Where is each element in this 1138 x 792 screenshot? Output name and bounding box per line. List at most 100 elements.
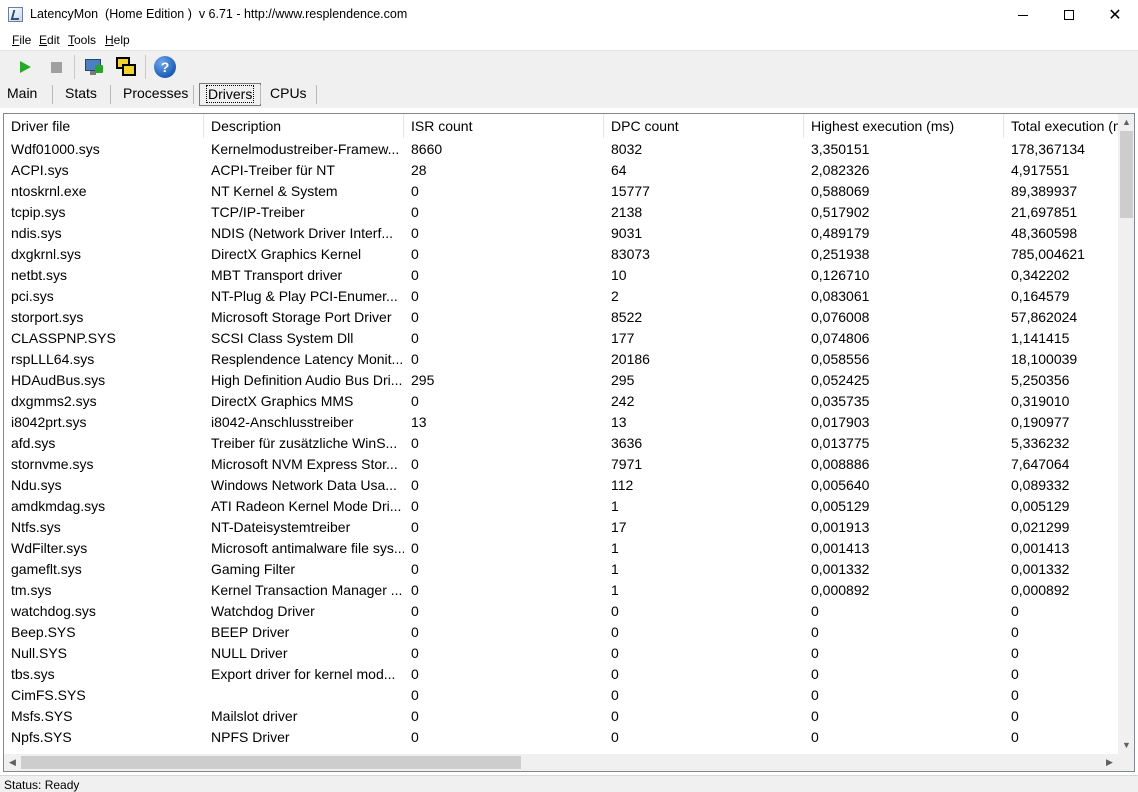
cell-driver-file: watchdog.sys xyxy=(11,603,96,619)
column-header-driver-file[interactable]: Driver file xyxy=(4,114,204,138)
cell-total-execution: 0,001332 xyxy=(1011,561,1070,577)
cell-total-execution: 0,164579 xyxy=(1011,288,1070,304)
cell-driver-file: ntoskrnl.exe xyxy=(11,183,87,199)
table-row[interactable]: ndis.sys NDIS (Network Driver Interf... 0 9… xyxy=(4,223,1118,244)
table-row[interactable]: pci.sys NT-Plug & Play PCI-Enumer... 0 2 0,0… xyxy=(4,286,1118,307)
menu-tools[interactable]: Tools xyxy=(68,33,96,47)
table-row[interactable]: tbs.sys Export driver for kernel mod... 0 0… xyxy=(4,664,1118,685)
cell-total-execution: 0 xyxy=(1011,687,1019,703)
table-row[interactable]: CLASSPNP.SYS SCSI Class System Dll 0 177 0,0… xyxy=(4,328,1118,349)
cell-dpc-count: 7971 xyxy=(611,456,643,472)
table-row[interactable]: watchdog.sys Watchdog Driver 0 0 0 0 xyxy=(4,601,1118,622)
table-row[interactable]: CimFS.SYS 0 0 0 0 xyxy=(4,685,1118,706)
vertical-scroll-thumb[interactable] xyxy=(1120,131,1133,218)
cell-dpc-count: 15777 xyxy=(611,183,650,199)
cell-driver-file: CLASSPNP.SYS xyxy=(11,330,116,346)
cell-total-execution: 5,336232 xyxy=(1011,435,1070,451)
scroll-down-arrow[interactable]: ▼ xyxy=(1118,737,1134,754)
close-button[interactable]: ✕ xyxy=(1092,0,1138,30)
cell-dpc-count: 64 xyxy=(611,162,627,178)
table-row[interactable]: stornvme.sys Microsoft NVM Express Stor..… xyxy=(4,454,1118,475)
table-row[interactable]: storport.sys Microsoft Storage Port Drive… xyxy=(4,307,1118,328)
cell-description xyxy=(204,685,404,706)
report-button[interactable] xyxy=(81,54,107,80)
cell-isr-count: 0 xyxy=(411,624,419,640)
table-row[interactable]: i8042prt.sys i8042-Anschlusstreiber 13 13 0,… xyxy=(4,412,1118,433)
tab-processes[interactable]: Processes xyxy=(117,82,194,106)
table-row[interactable]: Ndu.sys Windows Network Data Usa... 0 112 0,… xyxy=(4,475,1118,496)
help-button[interactable]: ? xyxy=(152,54,178,80)
table-row[interactable]: dxgmms2.sys DirectX Graphics MMS 0 242 0,035… xyxy=(4,391,1118,412)
table-row[interactable]: ntoskrnl.exe NT Kernel & System 0 15777 0,58… xyxy=(4,181,1118,202)
cell-isr-count: 0 xyxy=(411,708,419,724)
cell-isr-count: 0 xyxy=(411,687,419,703)
tab-drivers[interactable]: Drivers xyxy=(199,83,262,106)
column-header-highest-execution[interactable]: Highest execution (ms) xyxy=(804,114,1004,138)
status-bar: Status: Ready xyxy=(0,775,1138,792)
column-header-dpc-count[interactable]: DPC count xyxy=(604,114,804,138)
table-row[interactable]: amdkmdag.sys ATI Radeon Kernel Mode Dri..… xyxy=(4,496,1118,517)
cell-total-execution: 785,004621 xyxy=(1011,246,1085,262)
menu-file[interactable]: File xyxy=(12,33,31,47)
scroll-up-arrow[interactable]: ▲ xyxy=(1118,114,1134,131)
column-header-description[interactable]: Description xyxy=(204,114,404,138)
scroll-right-arrow[interactable]: ▶ xyxy=(1101,754,1118,771)
table-row[interactable]: tm.sys Kernel Transaction Manager ... 0 1 0,… xyxy=(4,580,1118,601)
windows-button[interactable] xyxy=(113,54,139,80)
tab-main[interactable]: Main xyxy=(1,82,43,106)
cell-highest-execution: 0 xyxy=(811,687,819,703)
menu-edit[interactable]: Edit xyxy=(39,33,60,47)
table-row[interactable]: gameflt.sys Gaming Filter 0 1 0,001332 0,0013… xyxy=(4,559,1118,580)
horizontal-scroll-thumb[interactable] xyxy=(21,756,521,769)
cell-description: ACPI-Treiber für NT xyxy=(211,162,335,178)
table-row[interactable]: Msfs.SYS Mailslot driver 0 0 0 0 xyxy=(4,706,1118,727)
table-row[interactable]: rspLLL64.sys Resplendence Latency Monit..… xyxy=(4,349,1118,370)
maximize-button[interactable] xyxy=(1046,0,1092,30)
table-row[interactable]: dxgkrnl.sys DirectX Graphics Kernel 0 83073… xyxy=(4,244,1118,265)
table-row[interactable]: Npfs.SYS NPFS Driver 0 0 0 0 xyxy=(4,727,1118,748)
minimize-button[interactable] xyxy=(1000,0,1046,30)
stop-button[interactable] xyxy=(43,54,69,80)
cell-total-execution: 178,367134 xyxy=(1011,141,1085,157)
cell-highest-execution: 0,052425 xyxy=(811,372,870,388)
cell-description: SCSI Class System Dll xyxy=(211,330,354,346)
menu-help[interactable]: Help xyxy=(105,33,130,47)
cell-driver-file: Ndu.sys xyxy=(11,477,62,493)
vertical-scrollbar[interactable]: ▲ ▼ xyxy=(1118,114,1134,754)
tab-separator xyxy=(316,85,317,104)
cell-driver-file: tm.sys xyxy=(11,582,52,598)
table-row[interactable]: WdFilter.sys Microsoft antimalware file s… xyxy=(4,538,1118,559)
cell-isr-count: 0 xyxy=(411,267,419,283)
table-row[interactable]: netbt.sys MBT Transport driver 0 10 0,126710… xyxy=(4,265,1118,286)
horizontal-scrollbar[interactable]: ◀ ▶ xyxy=(4,754,1118,771)
start-button[interactable] xyxy=(12,54,38,80)
cell-total-execution: 7,647064 xyxy=(1011,456,1070,472)
cell-isr-count: 8660 xyxy=(411,141,443,157)
table-row[interactable]: afd.sys Treiber für zusätzliche WinS... 0 3… xyxy=(4,433,1118,454)
column-header-isr-count[interactable]: ISR count xyxy=(404,114,604,138)
table-row[interactable]: Ntfs.sys NT-Dateisystemtreiber 0 17 0,001913… xyxy=(4,517,1118,538)
cell-highest-execution: 0,251938 xyxy=(811,246,870,262)
cell-total-execution: 0 xyxy=(1011,729,1019,745)
table-row[interactable]: Beep.SYS BEEP Driver 0 0 0 0 xyxy=(4,622,1118,643)
title-bar: LatencyMon (Home Edition ) v 6.71 - http… xyxy=(0,0,1138,30)
cell-dpc-count: 3636 xyxy=(611,435,643,451)
tab-cpus[interactable]: CPUs xyxy=(264,82,313,106)
table-row[interactable]: Wdf01000.sys Kernelmodustreiber-Framew...… xyxy=(4,139,1118,160)
table-row[interactable]: HDAudBus.sys High Definition Audio Bus Dr… xyxy=(4,370,1118,391)
tab-bar: Main Stats Processes Drivers CPUs xyxy=(0,82,1138,108)
table-row[interactable]: ACPI.sys ACPI-Treiber für NT 28 64 2,082326 4… xyxy=(4,160,1118,181)
cell-driver-file: Msfs.SYS xyxy=(11,708,73,724)
cell-total-execution: 0 xyxy=(1011,708,1019,724)
cell-driver-file: gameflt.sys xyxy=(11,561,82,577)
close-icon: ✕ xyxy=(1108,5,1122,24)
table-row[interactable]: tcpip.sys TCP/IP-Treiber 0 2138 0,517902 21,6… xyxy=(4,202,1118,223)
table-row[interactable]: Null.SYS NULL Driver 0 0 0 0 xyxy=(4,643,1118,664)
cell-dpc-count: 2138 xyxy=(611,204,643,220)
tab-stats[interactable]: Stats xyxy=(59,82,103,106)
cell-isr-count: 0 xyxy=(411,729,419,745)
cell-driver-file: afd.sys xyxy=(11,435,56,451)
column-header-total-execution[interactable]: Total execution (ms) xyxy=(1004,114,1118,138)
scroll-left-arrow[interactable]: ◀ xyxy=(4,754,21,771)
drivers-list[interactable]: Driver file Description ISR count DPC count… xyxy=(3,113,1135,772)
